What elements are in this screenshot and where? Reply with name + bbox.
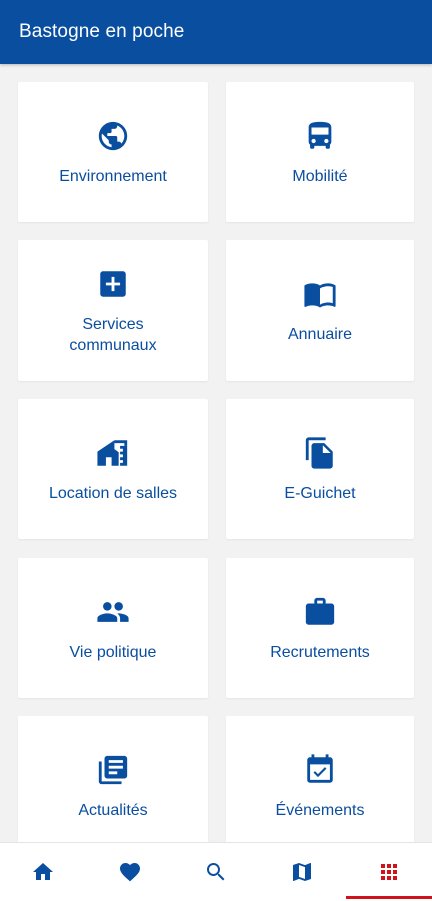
house-icon: [95, 435, 131, 471]
tile-evenements[interactable]: Événements: [226, 716, 414, 842]
grid-icon: [380, 864, 397, 880]
tile-environnement[interactable]: Environnement: [18, 82, 208, 222]
tile-recrutements[interactable]: Recrutements: [226, 558, 414, 698]
nav-map[interactable]: [259, 843, 345, 901]
search-icon: [207, 863, 225, 881]
people-icon: [95, 594, 131, 630]
nav-home[interactable]: [0, 843, 86, 901]
nav-menu-grid[interactable]: [345, 843, 432, 901]
tile-vie-politique[interactable]: Vie politique: [18, 558, 208, 698]
tile-label: Location de salles: [48, 484, 178, 502]
map-icon: [293, 863, 312, 881]
tile-label: Recrutements: [270, 643, 370, 661]
tile-annuaire[interactable]: Annuaire: [226, 240, 414, 381]
tile-services-communaux[interactable]: Services communaux: [18, 240, 208, 381]
tile-label: Environnement: [59, 167, 167, 185]
bus-icon: [302, 118, 338, 154]
menu-grid: Environnement Mobilité Services communau…: [0, 64, 432, 842]
tile-label: Vie politique: [69, 643, 157, 661]
app-bar: Bastogne en poche: [0, 0, 432, 64]
news-icon: [95, 752, 131, 788]
plus-box-icon: [95, 266, 131, 302]
heart-icon: [119, 863, 140, 882]
globe-icon: [95, 118, 131, 154]
tile-label: Événements: [275, 801, 365, 819]
tile-label: Annuaire: [287, 326, 353, 343]
tile-label: Services communaux: [69, 315, 157, 354]
tile-location-de-salles[interactable]: Location de salles: [18, 399, 208, 539]
tile-mobilite[interactable]: Mobilité: [226, 82, 414, 222]
calendar-check-icon: [302, 752, 338, 788]
tile-label: Actualités: [78, 801, 148, 819]
tile-label: Mobilité: [292, 167, 348, 185]
document-icon: [302, 435, 338, 471]
bottom-navigation: [0, 842, 432, 901]
nav-favorites[interactable]: [86, 843, 172, 901]
home-icon: [33, 863, 54, 880]
book-icon: [302, 276, 338, 312]
tile-e-guichet[interactable]: E-Guichet: [226, 399, 414, 539]
nav-search[interactable]: [173, 843, 259, 901]
tile-actualites[interactable]: Actualités: [18, 716, 208, 842]
briefcase-icon: [302, 594, 338, 630]
tile-label: E-Guichet: [284, 484, 356, 502]
app-title: Bastogne en poche: [19, 21, 185, 42]
